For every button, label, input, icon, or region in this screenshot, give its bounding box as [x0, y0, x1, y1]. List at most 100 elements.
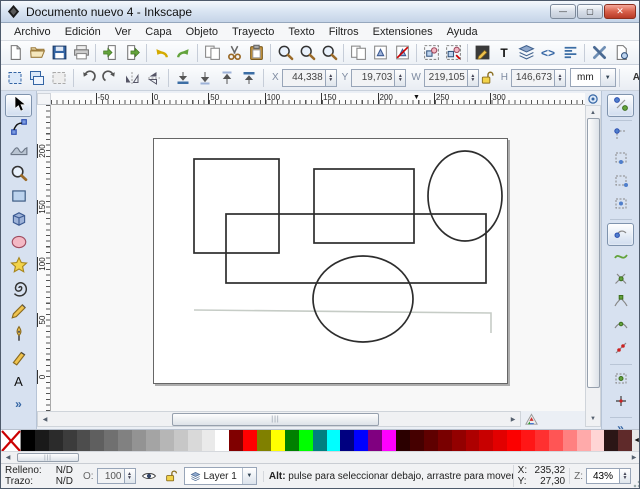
- color-swatch[interactable]: [90, 430, 104, 451]
- snap-bbox-button[interactable]: [607, 124, 634, 147]
- opacity-spinner[interactable]: ▲▼: [125, 468, 136, 484]
- color-swatch[interactable]: [382, 430, 396, 451]
- color-swatch[interactable]: [340, 430, 354, 451]
- color-swatch[interactable]: [563, 430, 577, 451]
- y-input[interactable]: [351, 69, 395, 87]
- opacity-input[interactable]: [97, 468, 125, 484]
- horizontal-ruler[interactable]: -50050100150200250300▼: [51, 93, 585, 105]
- drawing-canvas[interactable]: [51, 105, 585, 411]
- undo-button[interactable]: [150, 42, 172, 63]
- rotate-ccw-button[interactable]: [77, 67, 99, 88]
- no-color-swatch[interactable]: [1, 430, 21, 451]
- duplicate-button[interactable]: [347, 42, 369, 63]
- scroll-left-icon[interactable]: ◀: [38, 412, 52, 426]
- open-document-button[interactable]: [26, 42, 48, 63]
- rect-shape[interactable]: [314, 169, 414, 243]
- menu-archivo[interactable]: Archivo: [7, 25, 58, 39]
- y-spinner[interactable]: ▲▼: [395, 69, 406, 87]
- lock-ratio-button[interactable]: [479, 67, 496, 88]
- color-swatch[interactable]: [49, 430, 63, 451]
- color-swatch[interactable]: [577, 430, 591, 451]
- color-swatch[interactable]: [368, 430, 382, 451]
- lower-button[interactable]: [194, 67, 216, 88]
- xml-editor-button[interactable]: <>: [537, 42, 559, 63]
- lower-to-bottom-button[interactable]: [172, 67, 194, 88]
- color-swatch[interactable]: [243, 430, 257, 451]
- ellipse-tool-button[interactable]: [5, 232, 32, 255]
- ellipse-shape[interactable]: [428, 151, 502, 241]
- color-swatch[interactable]: [188, 430, 202, 451]
- width-input[interactable]: [424, 69, 468, 87]
- text-tool-button[interactable]: A: [5, 370, 32, 393]
- color-swatch[interactable]: [438, 430, 452, 451]
- color-swatch[interactable]: [257, 430, 271, 451]
- color-swatch[interactable]: [202, 430, 216, 451]
- layer-dropdown[interactable]: Layer 1 ▼: [184, 467, 257, 485]
- maximize-button[interactable]: ▢: [577, 4, 603, 19]
- color-swatch[interactable]: [493, 430, 507, 451]
- scroll-corner-button[interactable]: [585, 92, 601, 105]
- color-swatch[interactable]: [160, 430, 174, 451]
- height-spinner[interactable]: ▲▼: [555, 69, 566, 87]
- color-swatch[interactable]: [618, 430, 632, 451]
- color-swatch[interactable]: [313, 430, 327, 451]
- rect-shape[interactable]: [226, 214, 486, 283]
- menu-edicion[interactable]: Edición: [58, 25, 108, 39]
- color-swatch[interactable]: [479, 430, 493, 451]
- menu-objeto[interactable]: Objeto: [179, 25, 225, 39]
- cut-button[interactable]: [223, 42, 245, 63]
- x-spinner[interactable]: ▲▼: [326, 69, 337, 87]
- ungroup-button[interactable]: [442, 42, 464, 63]
- color-swatch[interactable]: [174, 430, 188, 451]
- horizontal-scrollbar[interactable]: ◀ ||| ▶: [37, 411, 521, 427]
- color-swatch[interactable]: [299, 430, 313, 451]
- color-swatch[interactable]: [591, 430, 605, 451]
- color-swatch[interactable]: [63, 430, 77, 451]
- flip-vertical-button[interactable]: [143, 67, 165, 88]
- menu-trayecto[interactable]: Trayecto: [225, 25, 281, 39]
- box3d-tool-button[interactable]: [5, 209, 32, 232]
- resize-grip[interactable]: [633, 468, 640, 488]
- new-document-button[interactable]: [4, 42, 26, 63]
- unit-dropdown[interactable]: mm ▼: [570, 68, 616, 87]
- color-swatch[interactable]: [410, 430, 424, 451]
- star-tool-button[interactable]: [5, 255, 32, 278]
- create-clone-button[interactable]: [369, 42, 391, 63]
- rotate-cw-button[interactable]: [99, 67, 121, 88]
- color-swatch[interactable]: [77, 430, 91, 451]
- raise-button[interactable]: [216, 67, 238, 88]
- spiral-tool-button[interactable]: [5, 278, 32, 301]
- color-swatch[interactable]: [21, 430, 35, 451]
- node-tool-button[interactable]: [5, 117, 32, 140]
- color-swatch[interactable]: [521, 430, 535, 451]
- selector-tool-button[interactable]: [5, 94, 32, 117]
- select-all-button[interactable]: [4, 67, 26, 88]
- snap-bbox-midpoints-button[interactable]: [607, 193, 634, 216]
- import-button[interactable]: [99, 42, 121, 63]
- color-swatch[interactable]: [604, 430, 618, 451]
- color-swatch[interactable]: [327, 430, 341, 451]
- color-swatch[interactable]: [396, 430, 410, 451]
- color-swatch[interactable]: [354, 430, 368, 451]
- menu-ver[interactable]: Ver: [108, 25, 139, 39]
- color-swatch[interactable]: [424, 430, 438, 451]
- color-management-button[interactable]: [524, 412, 540, 427]
- vertical-scroll-thumb[interactable]: [587, 118, 600, 388]
- scroll-right-icon[interactable]: ▶: [506, 412, 520, 426]
- color-swatch[interactable]: [271, 430, 285, 451]
- pencil-tool-button[interactable]: [5, 301, 32, 324]
- fill-stroke-dialog-button[interactable]: [471, 42, 493, 63]
- polyline-shape[interactable]: [194, 310, 491, 333]
- zoom-spinner[interactable]: ▲▼: [620, 468, 631, 484]
- tweak-tool-button[interactable]: [5, 140, 32, 163]
- flip-horizontal-button[interactable]: [121, 67, 143, 88]
- color-swatch[interactable]: [549, 430, 563, 451]
- toolbox-more-button[interactable]: »: [15, 397, 22, 411]
- snap-cusp-nodes-button[interactable]: [607, 292, 634, 315]
- pen-tool-button[interactable]: [5, 324, 32, 347]
- color-swatch[interactable]: [452, 430, 466, 451]
- menu-extensiones[interactable]: Extensiones: [366, 25, 440, 39]
- color-swatch[interactable]: [285, 430, 299, 451]
- rect-shape[interactable]: [194, 159, 279, 253]
- snap-paths-button[interactable]: [607, 246, 634, 269]
